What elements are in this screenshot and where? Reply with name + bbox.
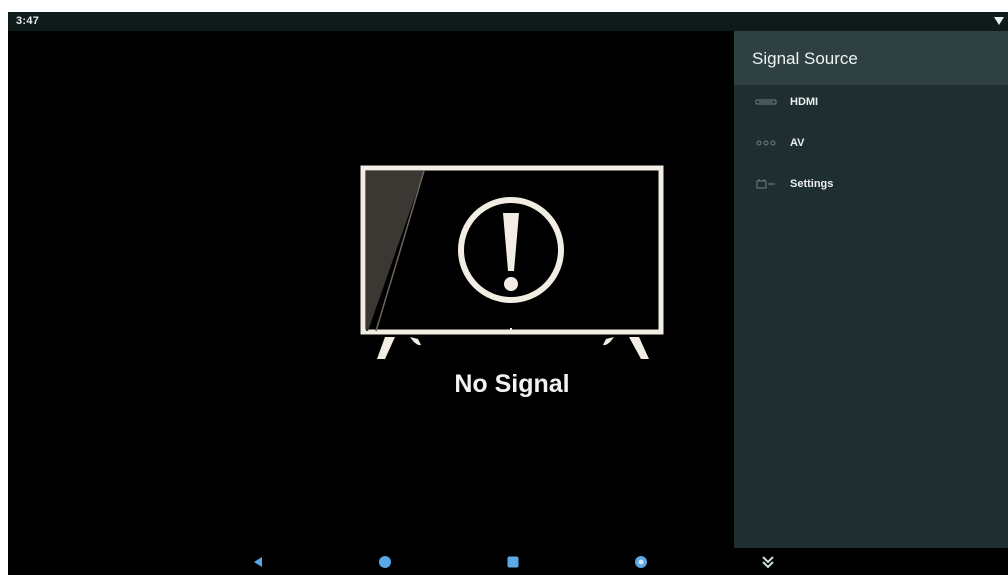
hdmi-icon	[755, 99, 777, 105]
panel-title: Signal Source	[752, 49, 858, 68]
panel-header: Signal Source	[734, 31, 1008, 85]
video-area: No Signal	[8, 31, 734, 548]
signal-source-panel: Signal Source HDMI AV Settings	[734, 31, 1008, 548]
source-item-av[interactable]: AV	[734, 126, 1008, 167]
screenshot-icon[interactable]	[633, 554, 649, 570]
status-bar: 3:47	[8, 12, 1008, 31]
navigation-bar	[8, 548, 1008, 575]
source-item-settings[interactable]: Settings	[734, 167, 1008, 208]
source-item-label: HDMI	[790, 96, 819, 108]
wifi-icon	[994, 17, 1004, 25]
settings-icon	[756, 179, 775, 189]
android-screen: 3:47 No Signal Signal Source HDMI AV Set…	[8, 12, 1008, 575]
no-signal-message: No Signal	[454, 370, 570, 398]
source-item-hdmi[interactable]: HDMI	[734, 85, 1008, 126]
collapse-icon[interactable]	[760, 554, 776, 570]
back-icon[interactable]	[250, 554, 266, 570]
av-icon	[756, 140, 776, 146]
status-time: 3:47	[16, 15, 40, 27]
recents-icon[interactable]	[505, 554, 521, 570]
home-icon[interactable]	[377, 554, 393, 570]
tv-warning-icon	[360, 165, 664, 359]
source-item-label: Settings	[790, 178, 834, 190]
source-item-label: AV	[790, 137, 805, 149]
